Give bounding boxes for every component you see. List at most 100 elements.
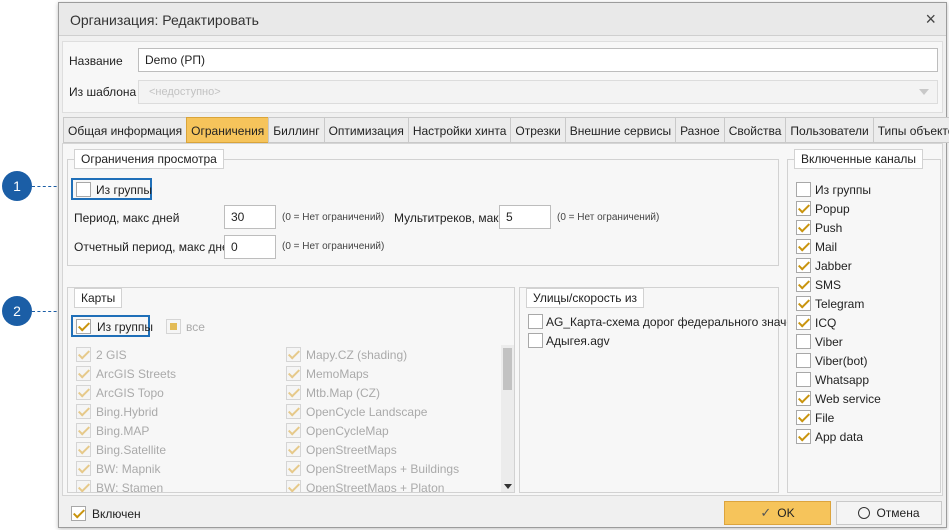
channel-checkbox[interactable] [796, 410, 811, 425]
channel-checkbox[interactable] [796, 220, 811, 235]
channel-label: Push [815, 221, 843, 235]
streets-group: Улицы/скорость из AG_Карта-схема дорог ф… [519, 287, 810, 493]
channel-checkbox[interactable] [796, 334, 811, 349]
map-checkbox[interactable] [286, 442, 301, 457]
multitrack-label: Мультитреков, макс [394, 211, 505, 225]
channel-label: App data [815, 430, 864, 444]
map-label: 2 GIS [96, 348, 127, 362]
tab-bar: Общая информация Ограничения Биллинг Опт… [63, 117, 949, 143]
maps-scrollbar[interactable] [501, 345, 514, 492]
map-checkbox[interactable] [286, 347, 301, 362]
enabled-checkbox[interactable] [71, 506, 86, 521]
name-input[interactable]: Demo (РП) [138, 48, 938, 72]
chevron-down-icon [919, 89, 929, 95]
tab-general-info[interactable]: Общая информация [63, 117, 188, 143]
channel-label: Из группы [815, 183, 871, 197]
marker-2-label: 2 [13, 303, 21, 319]
report-period-label: Отчетный период, макс дней [74, 240, 236, 254]
streets-item-1-checkbox[interactable] [528, 333, 543, 348]
template-select-value: <недоступно> [149, 86, 221, 98]
map-label: MemoMaps [306, 367, 369, 381]
map-checkbox[interactable] [76, 404, 91, 419]
channel-label: Viber(bot) [815, 354, 868, 368]
channel-checkbox[interactable] [796, 372, 811, 387]
map-checkbox[interactable] [286, 366, 301, 381]
maps-group: Карты Из группы все 2 GIS ArcGIS Streets A… [67, 287, 515, 493]
restrictions-panel: Ограничения просмотра Из группы Период, … [62, 143, 943, 496]
map-label: Mtb.Map (CZ) [306, 386, 381, 400]
channel-label: File [815, 411, 835, 425]
organization-edit-dialog: Организация: Редактировать × Название De… [58, 2, 949, 528]
map-label: OpenStreetMaps + Buildings [306, 462, 460, 476]
channel-checkbox[interactable] [796, 296, 811, 311]
streets-item-1-label: Адыгея.agv [546, 334, 610, 348]
map-label: OpenStreetMaps [306, 443, 397, 457]
name-label: Название [69, 54, 123, 68]
cancel-icon [858, 507, 871, 519]
channel-checkbox[interactable] [796, 391, 811, 406]
view-limits-from-group-checkbox[interactable] [76, 182, 91, 197]
channel-label: Telegram [815, 297, 865, 311]
header-form: Название Demo (РП) Из шаблона <недоступн… [62, 41, 943, 113]
close-icon[interactable]: × [925, 9, 936, 30]
tab-properties[interactable]: Свойства [723, 117, 787, 143]
channel-label: SMS [815, 278, 842, 292]
map-checkbox[interactable] [76, 385, 91, 400]
tab-users[interactable]: Пользователи [785, 117, 874, 143]
map-checkbox[interactable] [286, 404, 301, 419]
view-limits-legend: Ограничения просмотра [74, 149, 224, 169]
map-checkbox[interactable] [286, 423, 301, 438]
period-input[interactable]: 30 [224, 205, 276, 229]
tab-restrictions[interactable]: Ограничения [186, 117, 270, 143]
map-checkbox[interactable] [76, 442, 91, 457]
channel-checkbox[interactable] [796, 315, 811, 330]
cancel-button[interactable]: Отмена [836, 501, 942, 525]
maps-scroll-thumb[interactable] [503, 348, 512, 390]
channel-checkbox[interactable] [796, 239, 811, 254]
tab-hint-settings[interactable]: Настройки хинта [407, 117, 512, 143]
map-checkbox[interactable] [286, 461, 301, 476]
check-icon: ✓ [760, 505, 772, 520]
channel-checkbox[interactable] [796, 353, 811, 368]
channels-group: Включенные каналы Из группы Popup Push Mail… [787, 149, 941, 493]
map-checkbox[interactable] [76, 347, 91, 362]
map-label: Bing.MAP [96, 424, 150, 438]
cancel-button-label: Отмена [876, 506, 920, 520]
tab-optimization[interactable]: Оптимизация [323, 117, 409, 143]
scroll-down-icon[interactable] [504, 484, 512, 489]
channel-label: Viber [815, 335, 843, 349]
maps-all-checkbox[interactable] [166, 319, 181, 334]
tab-external-services[interactable]: Внешние сервисы [564, 117, 677, 143]
report-period-input[interactable]: 0 [224, 235, 276, 259]
map-checkbox[interactable] [76, 366, 91, 381]
ok-button[interactable]: ✓ OK [724, 501, 831, 525]
channel-checkbox[interactable] [796, 182, 811, 197]
channel-checkbox[interactable] [796, 429, 811, 444]
map-label: BW: Mapnik [96, 462, 161, 476]
maps-from-group-checkbox[interactable] [76, 319, 91, 334]
streets-legend: Улицы/скорость из [526, 288, 645, 308]
map-label: ArcGIS Streets [96, 367, 177, 381]
tab-billing[interactable]: Биллинг [268, 117, 325, 143]
map-checkbox[interactable] [76, 461, 91, 476]
map-checkbox[interactable] [286, 385, 301, 400]
tab-object-types[interactable]: Типы объектов [872, 117, 949, 143]
tab-misc[interactable]: Разное [675, 117, 725, 143]
tab-segments[interactable]: Отрезки [510, 117, 566, 143]
channel-label: Jabber [815, 259, 852, 273]
map-checkbox[interactable] [286, 480, 301, 492]
template-select[interactable]: <недоступно> [138, 80, 938, 104]
map-checkbox[interactable] [76, 480, 91, 492]
maps-legend: Карты [74, 288, 123, 308]
map-checkbox[interactable] [76, 423, 91, 438]
streets-item-0-checkbox[interactable] [528, 314, 543, 329]
dialog-titlebar: Организация: Редактировать × [59, 3, 946, 36]
maps-from-group-label: Из группы [97, 320, 153, 334]
view-limits-group: Ограничения просмотра Из группы Период, … [67, 149, 779, 266]
channel-label: Whatsapp [815, 373, 870, 387]
channel-checkbox[interactable] [796, 258, 811, 273]
channel-checkbox[interactable] [796, 201, 811, 216]
channel-checkbox[interactable] [796, 277, 811, 292]
channel-label: Web service [815, 392, 881, 406]
multitrack-input[interactable]: 5 [499, 205, 551, 229]
